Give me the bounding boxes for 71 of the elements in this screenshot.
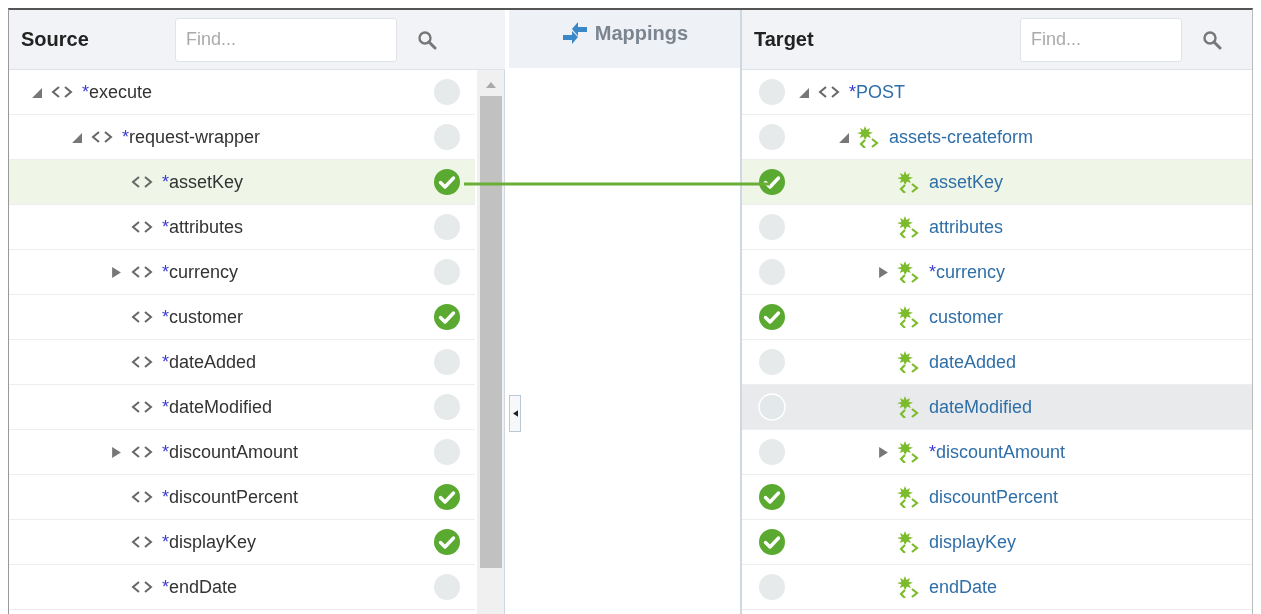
starburst-brackets-icon [897,171,921,193]
angle-brackets-icon [130,580,154,594]
node-label: *discountAmount [929,441,1066,463]
expand-toggle-icon[interactable] [878,266,889,278]
search-icon[interactable] [417,29,437,50]
angle-brackets-icon [130,310,154,324]
search-field[interactable]: Find... [175,17,397,62]
angle-brackets-icon [130,265,154,279]
starburst-brackets-icon [857,126,881,148]
node-label: *POST [849,81,906,103]
search-field[interactable]: Find... [1020,17,1182,62]
starburst-brackets-icon [897,351,921,373]
node-label: assetKey [929,171,1004,193]
expand-toggle-icon[interactable] [31,86,42,98]
node-label: dateModified [929,396,1033,418]
node-label: attributes [929,216,1004,238]
angle-brackets-icon [130,355,154,369]
angle-brackets-icon [130,490,154,504]
angle-brackets-icon [90,130,114,144]
node-label: *discountAmount [162,441,299,463]
node-label: *currency [162,261,239,283]
starburst-brackets-icon [897,306,921,328]
node-label: *attributes [162,216,244,238]
node-label: *execute [82,81,153,103]
tree-row[interactable]: assetKey [742,160,1252,205]
angle-brackets-icon [130,535,154,549]
angle-brackets-icon [130,175,154,189]
angle-brackets-icon [130,220,154,234]
starburst-brackets-icon [897,441,921,463]
node-label: dateAdded [929,351,1017,373]
expand-toggle-icon[interactable] [878,446,889,458]
scrollbar-thumb[interactable] [479,96,502,568]
expand-toggle-icon[interactable] [798,86,809,98]
node-label: *assetKey [162,171,244,193]
node-label: assets-createform [889,126,1034,148]
expand-toggle-icon[interactable] [838,131,849,143]
expand-toggle-icon[interactable] [111,446,122,458]
caret-icon [512,410,518,417]
angle-brackets-icon [130,400,154,414]
scrollbar[interactable] [477,70,505,614]
node-label: *dateModified [162,396,273,418]
expand-toggle-icon[interactable] [111,266,122,278]
starburst-brackets-icon [897,576,921,598]
collapse-button[interactable] [509,395,521,432]
starburst-brackets-icon [897,486,921,508]
node-label: displayKey [929,531,1017,553]
starburst-brackets-icon [897,261,921,283]
panel-title: Mappings [594,22,689,45]
node-label: *request-wrapper [122,126,261,148]
starburst-brackets-icon [897,531,921,553]
starburst-brackets-icon [897,216,921,238]
angle-brackets-icon [50,85,74,99]
node-label: *dateAdded [162,351,257,373]
angle-brackets-icon [817,85,841,99]
node-label: *currency [929,261,1006,283]
search-icon[interactable] [1202,29,1222,50]
tree-row[interactable]: *assetKey [9,160,475,205]
expand-toggle-icon[interactable] [71,131,82,143]
tree-row[interactable]: dateModified [742,385,1252,430]
mapping-arrows-icon [560,22,589,46]
starburst-brackets-icon [897,396,921,418]
node-label: *discountPercent [162,486,299,508]
node-label: endDate [929,576,998,598]
angle-brackets-icon [130,445,154,459]
panel-title: Source [21,28,90,51]
panel-title: Target [754,28,815,51]
node-label: *endDate [162,576,238,598]
node-label: *displayKey [162,531,257,553]
node-label: customer [929,306,1004,328]
node-label: discountPercent [929,486,1059,508]
node-label: *customer [162,306,244,328]
